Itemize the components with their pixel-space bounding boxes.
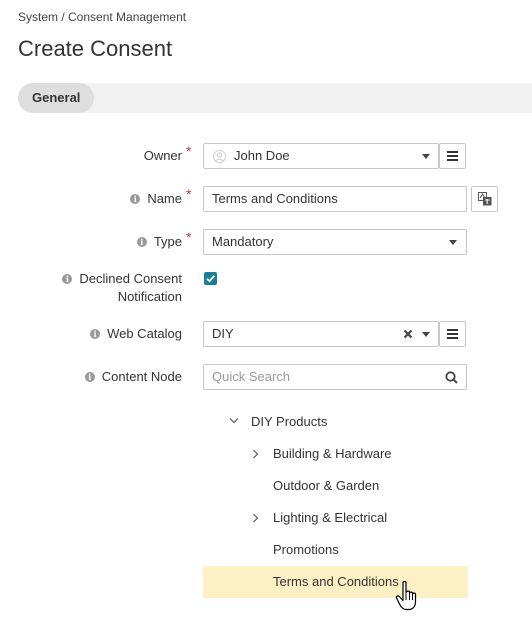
- name-input[interactable]: Terms and Conditions: [203, 186, 467, 212]
- declined-consent-label: i Declined Consent Notification: [62, 270, 182, 306]
- info-icon[interactable]: i: [130, 194, 141, 204]
- tree-item-promotions[interactable]: Promotions: [273, 542, 339, 557]
- content-node-label: i Content Node: [84, 369, 182, 384]
- content-node-label-text: Content Node: [101, 369, 182, 384]
- type-value: Mandatory: [212, 234, 274, 249]
- tree-item-building-hardware[interactable]: Building & Hardware: [273, 446, 392, 461]
- type-select[interactable]: Mandatory: [203, 229, 467, 255]
- translate-icon: [478, 192, 492, 206]
- chevron-right-icon[interactable]: [252, 513, 259, 523]
- required-marker: *: [186, 186, 192, 202]
- declined-label-line2: Notification: [117, 289, 182, 304]
- breadcrumb: System / Consent Management: [18, 10, 187, 24]
- owner-value: John Doe: [234, 148, 290, 163]
- required-marker: *: [186, 143, 192, 159]
- page-title: Create Consent: [18, 36, 173, 61]
- info-icon[interactable]: i: [84, 372, 95, 382]
- type-label: i Type: [136, 234, 182, 249]
- required-marker: *: [186, 229, 192, 245]
- tree-root-item[interactable]: DIY Products: [251, 414, 327, 429]
- menu-icon: [447, 329, 458, 331]
- declined-consent-checkbox[interactable]: [204, 272, 217, 285]
- web-catalog-label: i Web Catalog: [90, 326, 182, 341]
- tree-item-outdoor-garden[interactable]: Outdoor & Garden: [273, 478, 379, 493]
- info-icon[interactable]: i: [136, 237, 147, 247]
- tree-item-lighting-electrical[interactable]: Lighting & Electrical: [273, 510, 387, 525]
- menu-icon: [447, 151, 458, 153]
- info-icon[interactable]: i: [62, 274, 73, 284]
- owner-select[interactable]: John Doe: [203, 143, 439, 169]
- declined-label-line1: Declined Consent: [79, 271, 182, 286]
- chevron-right-icon[interactable]: [252, 449, 259, 459]
- owner-list-button[interactable]: [439, 143, 466, 169]
- chevron-down-icon[interactable]: [449, 240, 457, 245]
- translate-button[interactable]: [471, 186, 498, 212]
- content-node-search-input[interactable]: Quick Search: [203, 364, 467, 390]
- web-catalog-value: DIY: [212, 326, 234, 341]
- owner-label-text: Owner: [143, 148, 182, 163]
- chevron-down-icon[interactable]: [229, 417, 239, 425]
- web-catalog-list-button[interactable]: [439, 321, 466, 347]
- checkmark-icon: [206, 275, 215, 283]
- chevron-down-icon[interactable]: [422, 332, 430, 337]
- search-icon[interactable]: [445, 371, 458, 384]
- chevron-down-icon[interactable]: [422, 154, 430, 159]
- web-catalog-select[interactable]: DIY: [203, 321, 439, 347]
- name-label-text: Name: [147, 191, 182, 206]
- name-value: Terms and Conditions: [212, 191, 338, 206]
- owner-label: Owner: [144, 148, 182, 163]
- tab-general[interactable]: General: [18, 83, 95, 113]
- tab-bar: [18, 83, 532, 113]
- web-catalog-label-text: Web Catalog: [107, 326, 182, 341]
- name-label: i Name: [130, 191, 182, 206]
- clear-icon[interactable]: [403, 329, 413, 339]
- tree-item-terms-conditions[interactable]: Terms and Conditions: [273, 574, 399, 589]
- search-placeholder: Quick Search: [212, 369, 291, 384]
- user-avatar-icon: [213, 150, 226, 163]
- info-icon[interactable]: i: [90, 329, 101, 339]
- hand-cursor-icon: [395, 580, 417, 611]
- type-label-text: Type: [153, 234, 182, 249]
